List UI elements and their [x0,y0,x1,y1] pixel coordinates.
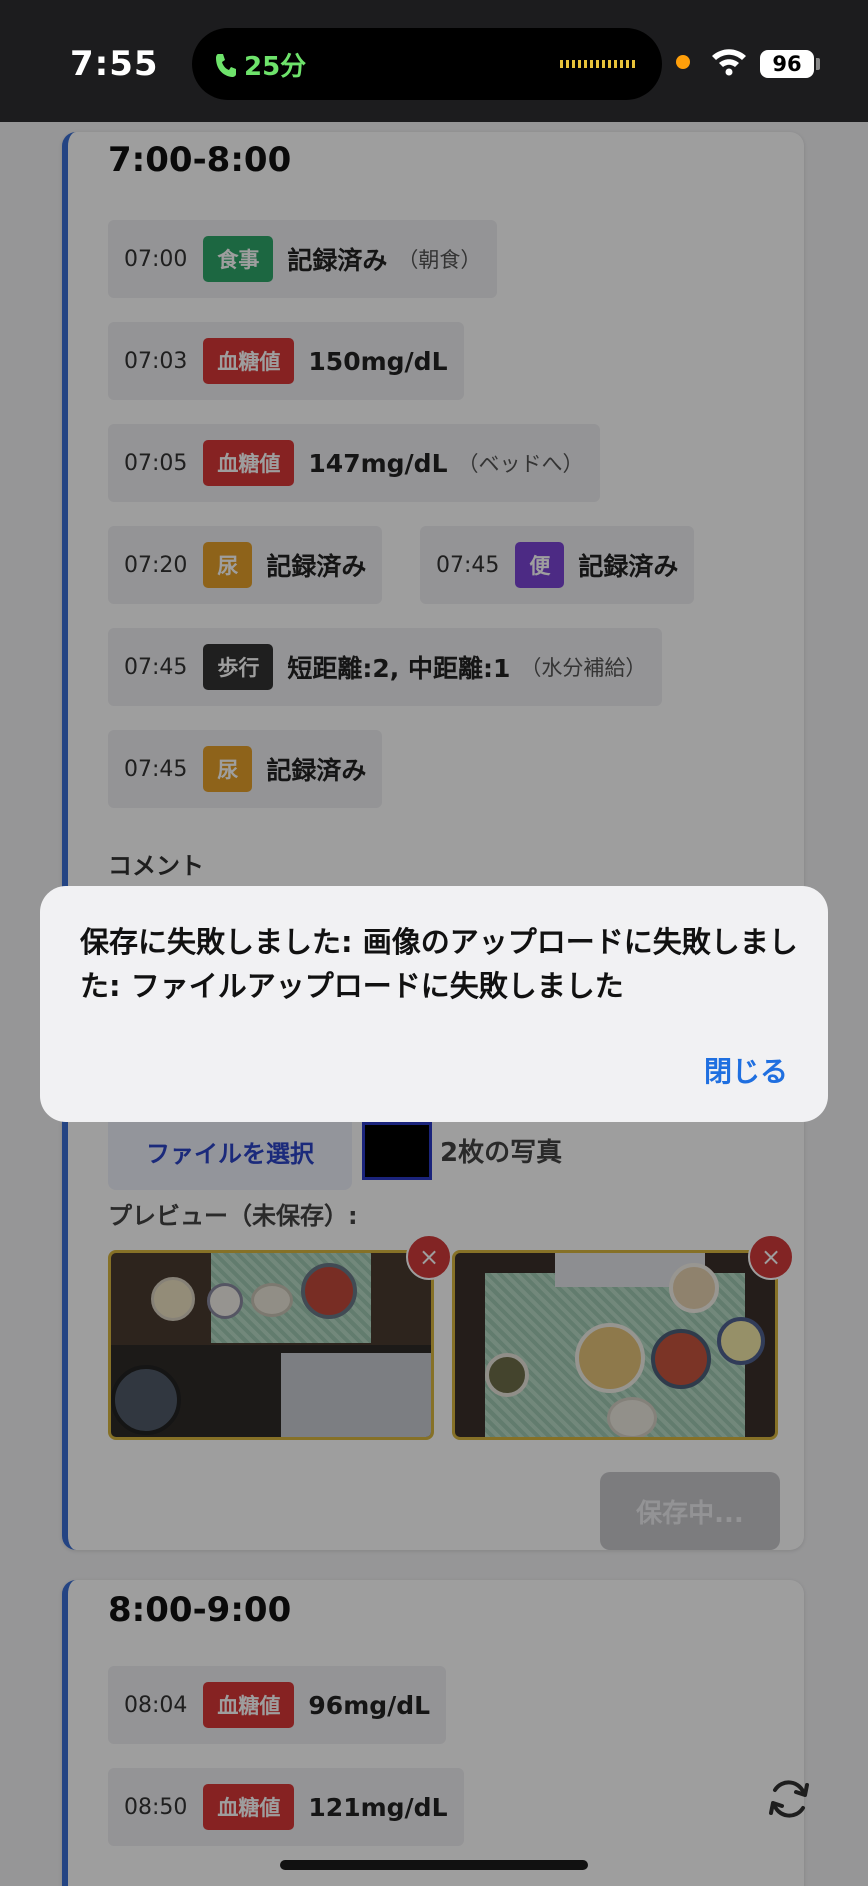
audio-wave [560,60,636,68]
dynamic-island[interactable]: 25分 [192,28,662,100]
error-message: 保存に失敗しました: 画像のアップロードに失敗しました: ファイルアップロードに… [80,925,798,1003]
mic-indicator-dot [676,55,690,69]
status-time: 7:55 [70,44,159,84]
status-bar: 7:55 25分 96 [0,0,868,122]
error-dialog: 保存に失敗しました: 画像のアップロードに失敗しました: ファイルアップロードに… [40,886,828,1122]
close-button[interactable]: 閉じる [704,1050,788,1090]
call-indicator[interactable]: 25分 [214,46,306,83]
battery-indicator: 96 [760,50,814,78]
home-indicator[interactable] [280,1860,588,1870]
battery-tip [816,58,820,70]
phone-icon [216,53,236,77]
refresh-icon[interactable] [766,1776,812,1822]
call-duration: 25分 [244,52,307,82]
wifi-icon [712,49,746,76]
